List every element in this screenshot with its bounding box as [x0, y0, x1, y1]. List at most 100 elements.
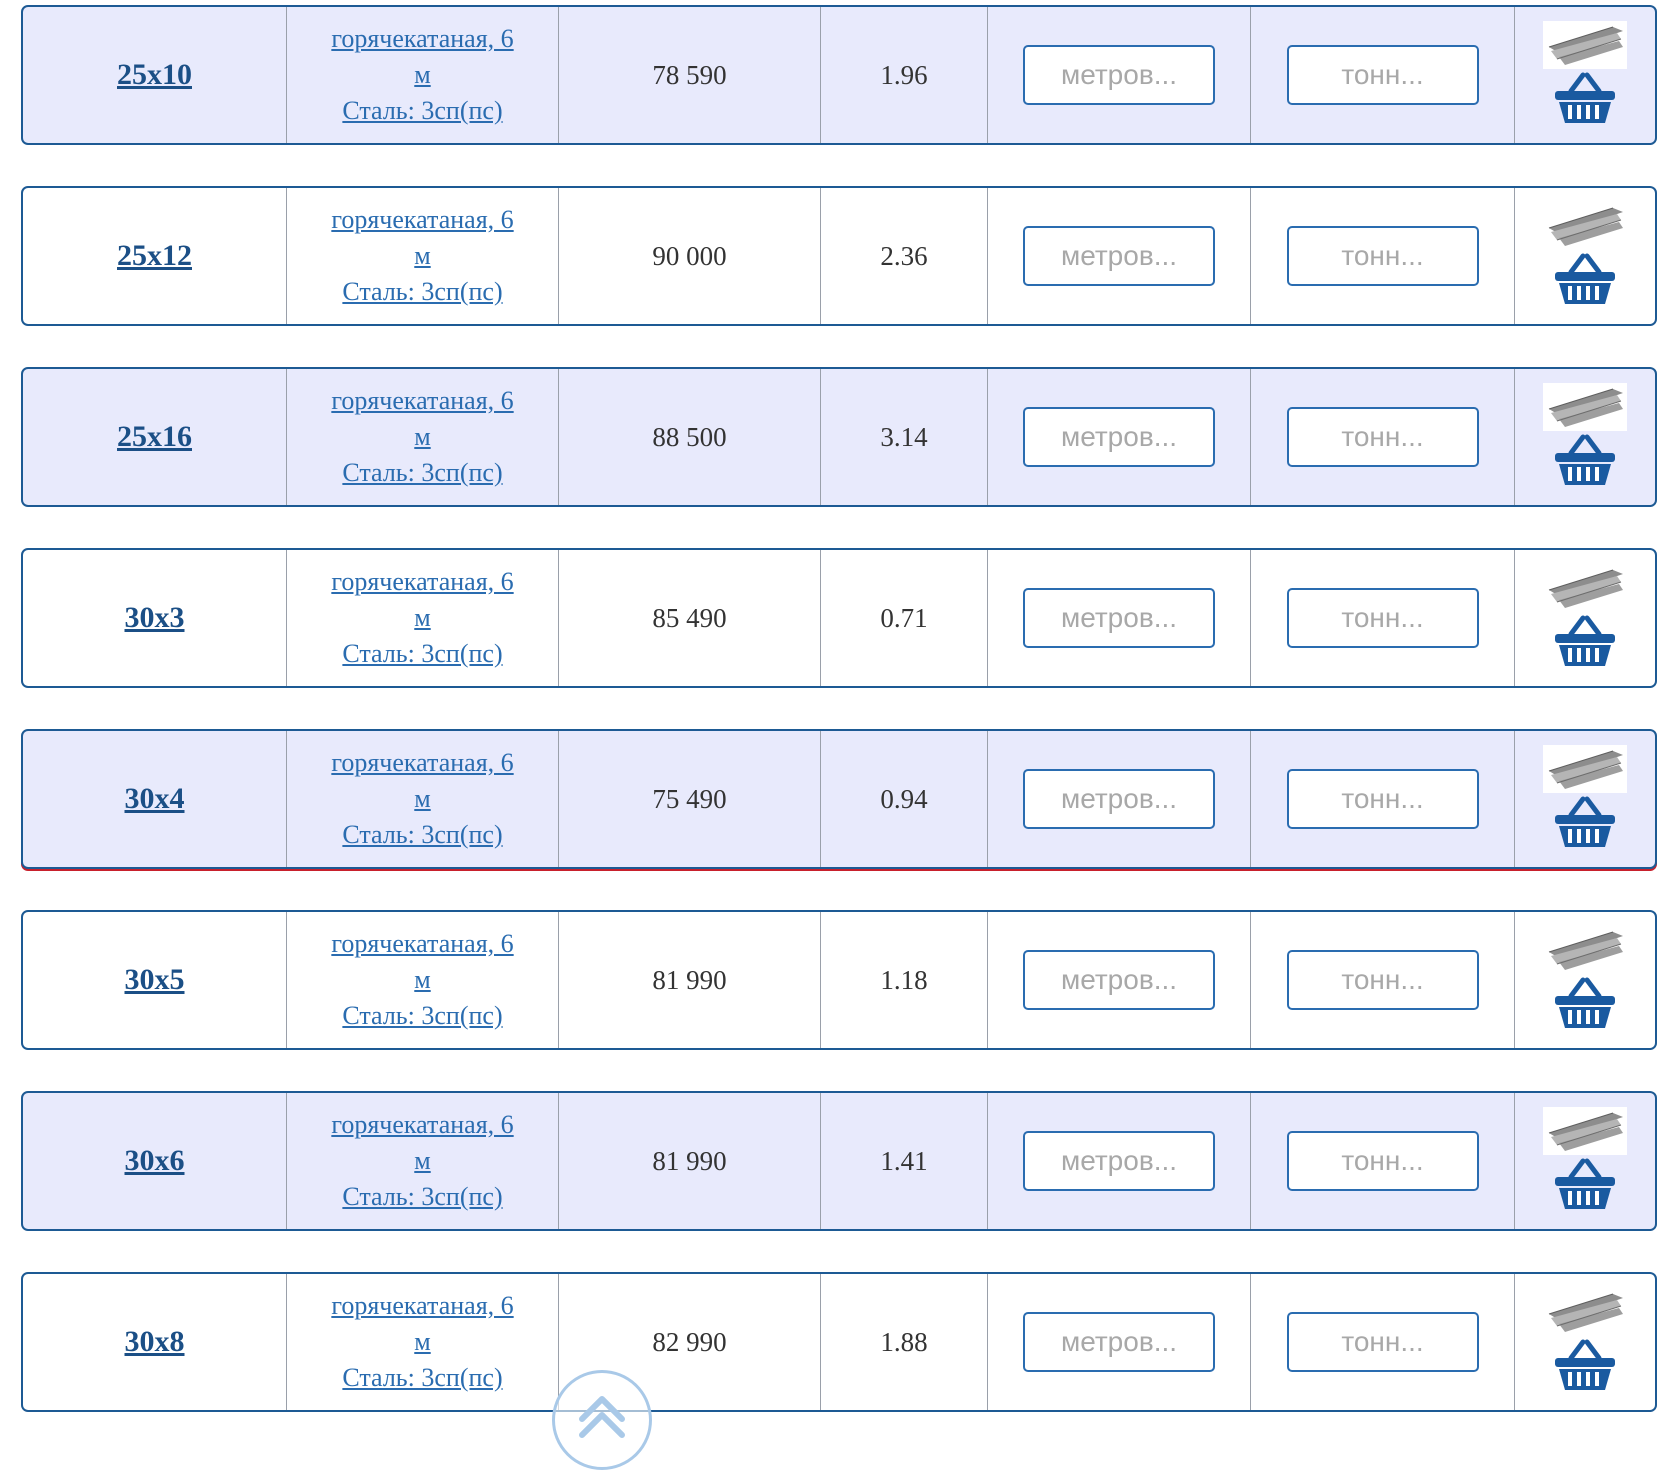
product-size-link[interactable]: 25x12 — [117, 239, 192, 273]
chevron-up-icon — [579, 1396, 625, 1438]
meters-cell — [988, 369, 1251, 505]
size-cell: 25x12 — [23, 188, 287, 324]
steel-strip-image[interactable] — [1543, 926, 1627, 974]
basket-icon[interactable] — [1553, 614, 1617, 668]
actions-cell — [1515, 7, 1655, 143]
product-description-link[interactable]: горячекатаная, 6 м Сталь: 3сп(пс) — [318, 745, 528, 853]
product-size-link[interactable]: 30x8 — [125, 1325, 185, 1359]
tons-cell — [1251, 188, 1515, 324]
meters-cell — [988, 731, 1251, 867]
weight-value: 1.96 — [880, 59, 928, 90]
basket-icon[interactable] — [1553, 795, 1617, 849]
meters-input[interactable] — [1023, 407, 1215, 467]
product-size-link[interactable]: 25x16 — [117, 420, 192, 454]
weight-cell: 2.36 — [821, 188, 988, 324]
weight-value: 1.18 — [880, 964, 928, 995]
tons-input[interactable] — [1286, 769, 1479, 829]
product-size-link[interactable]: 30x5 — [125, 963, 185, 997]
size-cell: 30x6 — [23, 1093, 287, 1229]
price-value: 81 990 — [652, 1145, 727, 1176]
description-line: горячекатаная, 6 — [331, 748, 514, 777]
tons-cell — [1251, 731, 1515, 867]
product-description-link[interactable]: горячекатаная, 6 м Сталь: 3сп(пс) — [318, 564, 528, 672]
product-row: 25x12 горячекатаная, 6 м Сталь: 3сп(пс) … — [21, 186, 1657, 326]
basket-icon[interactable] — [1553, 1157, 1617, 1211]
tons-input[interactable] — [1286, 407, 1479, 467]
size-cell: 25x16 — [23, 369, 287, 505]
meters-input[interactable] — [1023, 1312, 1215, 1372]
steel-strip-image[interactable] — [1543, 383, 1627, 431]
basket-icon[interactable] — [1553, 71, 1617, 125]
description-line: м — [414, 1146, 431, 1175]
basket-icon[interactable] — [1553, 252, 1617, 306]
price-cell: 88 500 — [559, 369, 821, 505]
weight-cell: 0.71 — [821, 550, 988, 686]
weight-value: 3.14 — [880, 421, 928, 452]
meters-cell — [988, 1093, 1251, 1229]
meters-input[interactable] — [1023, 588, 1215, 648]
steel-grade: Сталь: 3сп(пс) — [342, 1363, 503, 1392]
product-description-link[interactable]: горячекатаная, 6 м Сталь: 3сп(пс) — [318, 202, 528, 310]
actions-cell — [1515, 369, 1655, 505]
weight-cell: 0.94 — [821, 731, 988, 867]
tons-cell — [1251, 369, 1515, 505]
product-size-link[interactable]: 30x3 — [125, 601, 185, 635]
basket-icon[interactable] — [1553, 433, 1617, 487]
product-description-link[interactable]: горячекатаная, 6 м Сталь: 3сп(пс) — [318, 1288, 528, 1396]
steel-strip-image[interactable] — [1543, 202, 1627, 250]
meters-input[interactable] — [1023, 45, 1215, 105]
steel-strip-image[interactable] — [1543, 21, 1627, 69]
price-value: 85 490 — [652, 602, 727, 633]
steel-strip-image[interactable] — [1543, 564, 1627, 612]
meters-input[interactable] — [1023, 950, 1215, 1010]
product-row: 30x4 горячекатаная, 6 м Сталь: 3сп(пс) 7… — [21, 729, 1657, 869]
tons-input[interactable] — [1286, 1131, 1479, 1191]
product-description-link[interactable]: горячекатаная, 6 м Сталь: 3сп(пс) — [318, 21, 528, 129]
tons-input[interactable] — [1286, 588, 1479, 648]
price-cell: 85 490 — [559, 550, 821, 686]
basket-icon[interactable] — [1553, 1338, 1617, 1392]
description-line: м — [414, 60, 431, 89]
price-value: 88 500 — [652, 421, 727, 452]
product-size-link[interactable]: 25x10 — [117, 58, 192, 92]
price-cell: 90 000 — [559, 188, 821, 324]
price-value: 78 590 — [652, 59, 727, 90]
weight-value: 0.71 — [880, 602, 928, 633]
meters-input[interactable] — [1023, 1131, 1215, 1191]
weight-cell: 1.88 — [821, 1274, 988, 1410]
actions-cell — [1515, 188, 1655, 324]
steel-grade: Сталь: 3сп(пс) — [342, 820, 503, 849]
description-cell: горячекатаная, 6 м Сталь: 3сп(пс) — [287, 1093, 559, 1229]
weight-cell: 1.96 — [821, 7, 988, 143]
tons-input[interactable] — [1286, 45, 1479, 105]
actions-cell — [1515, 1093, 1655, 1229]
description-cell: горячекатаная, 6 м Сталь: 3сп(пс) — [287, 7, 559, 143]
price-value: 81 990 — [652, 964, 727, 995]
product-size-link[interactable]: 30x6 — [125, 1144, 185, 1178]
description-line: горячекатаная, 6 — [331, 1291, 514, 1320]
steel-strip-image[interactable] — [1543, 1288, 1627, 1336]
basket-icon[interactable] — [1553, 976, 1617, 1030]
tons-cell — [1251, 1093, 1515, 1229]
tons-input[interactable] — [1286, 1312, 1479, 1372]
product-description-link[interactable]: горячекатаная, 6 м Сталь: 3сп(пс) — [318, 383, 528, 491]
meters-input[interactable] — [1023, 226, 1215, 286]
steel-strip-image[interactable] — [1543, 1107, 1627, 1155]
tons-input[interactable] — [1286, 950, 1479, 1010]
price-value: 90 000 — [652, 240, 727, 271]
product-description-link[interactable]: горячекатаная, 6 м Сталь: 3сп(пс) — [318, 1107, 528, 1215]
product-size-link[interactable]: 30x4 — [125, 782, 185, 816]
description-line: горячекатаная, 6 — [331, 1110, 514, 1139]
size-cell: 30x3 — [23, 550, 287, 686]
scroll-to-top-button[interactable] — [552, 1370, 652, 1470]
steel-strip-image[interactable] — [1543, 745, 1627, 793]
price-cell: 81 990 — [559, 1093, 821, 1229]
meters-input[interactable] — [1023, 769, 1215, 829]
product-description-link[interactable]: горячекатаная, 6 м Сталь: 3сп(пс) — [318, 926, 528, 1034]
tons-cell — [1251, 550, 1515, 686]
tons-input[interactable] — [1286, 226, 1479, 286]
weight-value: 1.88 — [880, 1326, 928, 1357]
description-line: м — [414, 1327, 431, 1356]
meters-cell — [988, 1274, 1251, 1410]
description-cell: горячекатаная, 6 м Сталь: 3сп(пс) — [287, 912, 559, 1048]
